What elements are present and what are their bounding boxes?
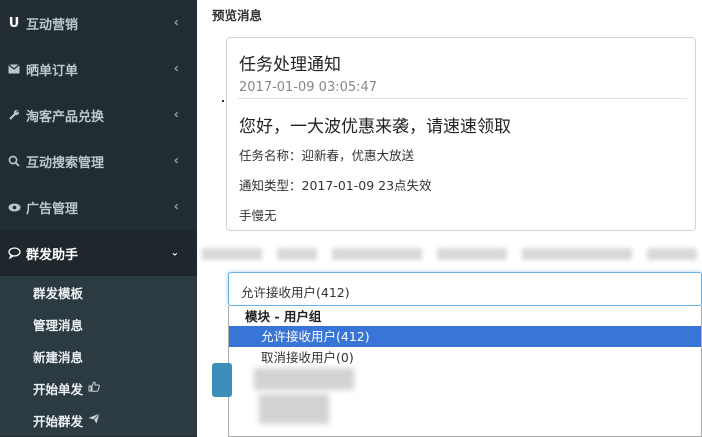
sidebar-item-orders[interactable]: 晒单订单 ‹	[0, 46, 197, 92]
subitem-label: 开始单发	[33, 381, 84, 397]
dropdown-group-label: 模块 - 用户组	[245, 309, 322, 324]
sidebar-item-label: 互动营销	[26, 17, 79, 33]
sidebar-item-label: 群发助手	[26, 247, 79, 263]
sidebar-item-ad-management[interactable]: 广告管理 ‹	[0, 184, 197, 230]
comment-icon	[6, 247, 22, 259]
submit-button[interactable]	[212, 363, 232, 397]
redacted-block	[259, 394, 329, 424]
subitem-label: 管理消息	[33, 317, 84, 333]
sidebar-subitem-manage-messages[interactable]: 管理消息	[0, 308, 197, 340]
redacted-text-band	[197, 238, 702, 268]
chevron-left-icon: ‹	[173, 61, 179, 77]
eye-icon	[6, 203, 22, 212]
chevron-left-icon: ‹	[173, 153, 179, 169]
u-icon: U	[8, 15, 20, 31]
card-greeting: 您好，一大波优惠来袭，请速速领取	[239, 117, 511, 137]
sidebar-item-interactive-marketing[interactable]: U 互动营销 ‹	[0, 0, 197, 46]
card-remark: 手慢无	[239, 208, 277, 223]
sidebar-item-search-management[interactable]: 互动搜索管理 ‹	[0, 138, 197, 184]
envelope-icon	[6, 64, 22, 74]
main-content: 预览消息 任务处理通知 2017-01-09 03:05:47 您好，一大波优惠…	[197, 0, 702, 437]
message-preview-card: 任务处理通知 2017-01-09 03:05:47 您好，一大波优惠来袭，请速…	[226, 37, 696, 231]
preview-heading: 预览消息	[212, 8, 263, 23]
chevron-down-icon: ⌄	[170, 247, 179, 259]
card-divider	[238, 98, 687, 99]
thumbs-up-icon	[88, 381, 100, 395]
sidebar-subitem-new-message[interactable]: 新建消息	[0, 340, 197, 372]
sidebar-item-taoke-exchange[interactable]: 淘客产品兑换 ‹	[0, 92, 197, 138]
card-task-name: 任务名称：迎新春，优惠大放送	[239, 148, 415, 163]
sidebar-item-mass-send[interactable]: 群发助手 ⌄	[0, 230, 197, 276]
subitem-label: 群发模板	[33, 285, 84, 301]
card-title: 任务处理通知	[239, 55, 341, 75]
sidebar-item-label: 晒单订单	[26, 63, 79, 79]
subitem-label: 开始群发	[33, 413, 84, 429]
chevron-left-icon: ‹	[173, 199, 179, 215]
card-timestamp: 2017-01-09 03:05:47	[239, 80, 378, 95]
recipient-group-dropdown: 模块 - 用户组 允许接收用户(412) 取消接收用户(0)	[228, 306, 702, 437]
sidebar-subitem-mass-send[interactable]: 开始群发	[0, 404, 197, 436]
dropdown-option-allow[interactable]: 允许接收用户(412)	[229, 326, 701, 347]
divider-dot	[222, 100, 224, 102]
sidebar: U 互动营销 ‹ 晒单订单 ‹ 淘客产品兑换 ‹ 互动搜索管理 ‹ 广告管理 ‹	[0, 0, 197, 437]
sidebar-item-label: 淘客产品兑换	[26, 109, 105, 125]
paper-plane-icon	[88, 413, 100, 427]
card-notice-type: 通知类型：2017-01-09 23点失效	[239, 178, 432, 193]
sidebar-subitem-templates[interactable]: 群发模板	[0, 276, 197, 308]
sidebar-item-label: 互动搜索管理	[26, 155, 105, 171]
dropdown-option-cancel[interactable]: 取消接收用户(0)	[229, 347, 701, 368]
subitem-label: 新建消息	[33, 349, 84, 365]
sidebar-subitem-single-send[interactable]: 开始单发	[0, 372, 197, 404]
search-icon	[6, 155, 22, 167]
wrench-icon	[6, 109, 22, 121]
chevron-left-icon: ‹	[173, 15, 179, 31]
sidebar-submenu: 群发模板 管理消息 新建消息 开始单发 开始群发	[0, 276, 197, 436]
sidebar-item-label: 广告管理	[26, 201, 79, 217]
chevron-left-icon: ‹	[173, 107, 179, 123]
recipient-group-select[interactable]: 允许接收用户(412)	[228, 272, 702, 306]
redacted-block	[254, 368, 354, 390]
